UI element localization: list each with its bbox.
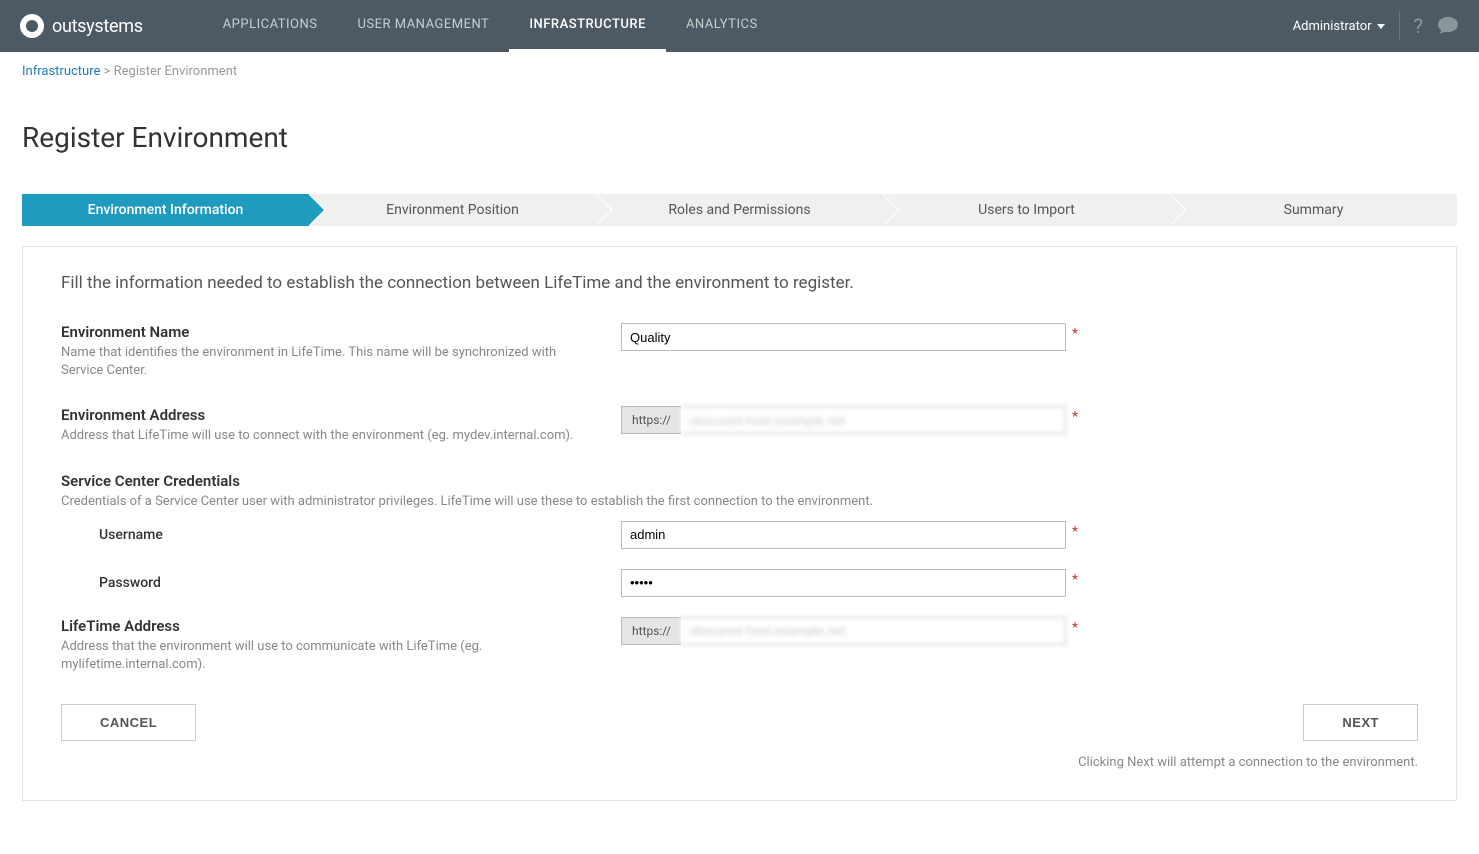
input-password[interactable] [621, 569, 1066, 597]
input-env-address[interactable] [681, 406, 1066, 434]
row-password: Password * [61, 569, 1418, 597]
page-title: Register Environment [0, 91, 1479, 194]
nav-applications[interactable]: APPLICATIONS [203, 0, 338, 52]
prefix-https: https:// [621, 617, 681, 645]
required-mark: * [1072, 406, 1078, 425]
help-icon[interactable]: ? [1414, 16, 1423, 36]
wizard-step-roles[interactable]: Roles and Permissions [596, 194, 883, 226]
user-name: Administrator [1293, 19, 1372, 34]
button-row: CANCEL NEXT Clicking Next will attempt a… [61, 704, 1418, 770]
brand-icon [20, 14, 44, 38]
required-mark: * [1072, 323, 1078, 342]
row-credentials-header: Service Center Credentials Credentials o… [61, 472, 1418, 511]
help-env-name: Name that identifies the environment in … [61, 344, 581, 380]
wizard-step-summary[interactable]: Summary [1170, 194, 1457, 226]
help-credentials: Credentials of a Service Center user wit… [61, 493, 1378, 511]
label-lifetime-address: LifeTime Address [61, 617, 581, 635]
nav-analytics[interactable]: ANALYTICS [666, 0, 778, 52]
brand-logo[interactable]: outsystems [20, 14, 143, 38]
breadcrumb-current: Register Environment [114, 64, 237, 79]
form-panel: Fill the information needed to establish… [22, 246, 1457, 801]
label-password: Password [61, 575, 621, 591]
input-lifetime-address[interactable] [681, 617, 1066, 645]
input-env-name[interactable] [621, 323, 1066, 351]
label-credentials: Service Center Credentials [61, 472, 1378, 490]
nav-right: Administrator ? [1293, 12, 1459, 40]
brand-text: outsystems [52, 16, 143, 37]
row-env-address: Environment Address Address that LifeTim… [61, 406, 1418, 445]
wizard-step-env-info[interactable]: Environment Information [22, 194, 309, 226]
nav-items: APPLICATIONS USER MANAGEMENT INFRASTRUCT… [203, 0, 1293, 52]
nav-user-management[interactable]: USER MANAGEMENT [337, 0, 509, 52]
row-env-name: Environment Name Name that identifies th… [61, 323, 1418, 380]
label-env-name: Environment Name [61, 323, 581, 341]
breadcrumb: Infrastructure > Register Environment [0, 52, 1479, 91]
cancel-button[interactable]: CANCEL [61, 704, 196, 741]
label-env-address: Environment Address [61, 406, 581, 424]
top-nav: outsystems APPLICATIONS USER MANAGEMENT … [0, 0, 1479, 52]
breadcrumb-separator: > [100, 64, 113, 79]
nav-infrastructure[interactable]: INFRASTRUCTURE [509, 0, 666, 52]
caret-down-icon [1377, 24, 1385, 29]
row-lifetime-address: LifeTime Address Address that the enviro… [61, 617, 1418, 674]
wizard-step-users[interactable]: Users to Import [883, 194, 1170, 226]
breadcrumb-parent-link[interactable]: Infrastructure [22, 64, 100, 79]
label-username: Username [61, 527, 621, 543]
required-mark: * [1072, 569, 1078, 588]
help-env-address: Address that LifeTime will use to connec… [61, 427, 581, 445]
required-mark: * [1072, 617, 1078, 636]
next-hint: Clicking Next will attempt a connection … [1078, 755, 1418, 770]
divider [1399, 12, 1400, 40]
row-username: Username * [61, 521, 1418, 549]
wizard-step-env-position[interactable]: Environment Position [309, 194, 596, 226]
wizard-steps: Environment Information Environment Posi… [22, 194, 1457, 226]
input-username[interactable] [621, 521, 1066, 549]
prefix-https: https:// [621, 406, 681, 434]
chat-icon[interactable] [1437, 16, 1459, 37]
user-dropdown[interactable]: Administrator [1293, 19, 1385, 34]
next-button[interactable]: NEXT [1303, 704, 1418, 741]
required-mark: * [1072, 521, 1078, 540]
help-lifetime-address: Address that the environment will use to… [61, 638, 581, 674]
form-intro: Fill the information needed to establish… [61, 273, 1418, 293]
